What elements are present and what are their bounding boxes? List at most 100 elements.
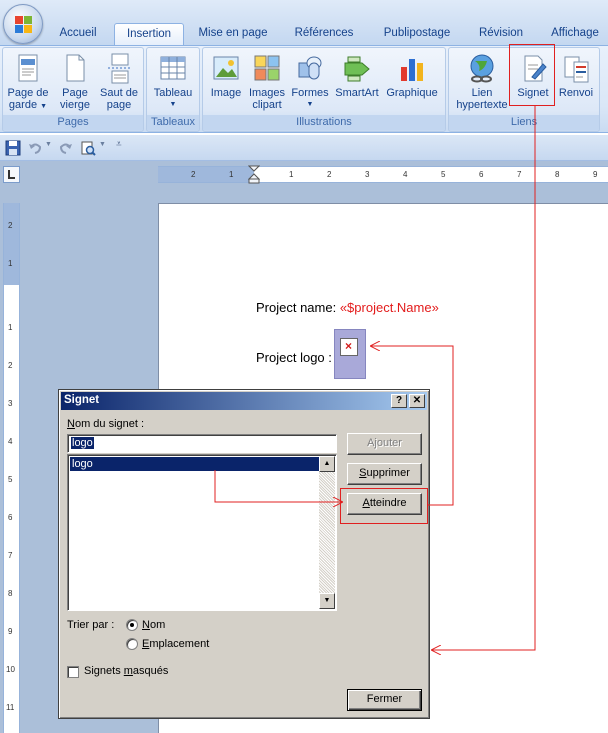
images-clipart-label-2: clipart [252, 99, 282, 111]
ruler-number: 7 [517, 170, 522, 179]
atteindre-highlight-box [340, 488, 428, 524]
print-preview-icon[interactable] [80, 140, 96, 156]
page-break-icon [108, 53, 132, 84]
page-de-garde-label-1: Page de [7, 87, 49, 99]
ruler-number: 2 [191, 170, 196, 179]
list-item[interactable]: logo [70, 457, 320, 471]
page-vierge-label-2: vierge [60, 99, 90, 111]
chevron-down-icon: ▼ [306, 101, 314, 108]
group-illustrations: Image Images clipart Formes ▼ SmartArt G… [202, 47, 446, 132]
quick-access-toolbar: ▼ ▼ ⩡ [0, 135, 608, 161]
graphique-button[interactable]: Graphique [383, 50, 441, 116]
ruler-number: 10 [6, 665, 15, 674]
renvoi-label: Renvoi [558, 87, 594, 99]
scroll-up-icon[interactable]: ▲ [319, 456, 335, 472]
cover-page-icon [18, 54, 38, 82]
tableau-button[interactable]: Tableau ▼ [150, 50, 196, 116]
formes-button[interactable]: Formes ▼ [290, 50, 330, 116]
project-logo-image[interactable]: × [334, 329, 366, 379]
tab-publipostage[interactable]: Publipostage [372, 23, 462, 46]
tab-mise-en-page[interactable]: Mise en page [190, 23, 276, 46]
cross-reference-icon [564, 56, 589, 83]
supprimer-button[interactable]: Supprimer [347, 463, 422, 485]
smartart-button[interactable]: SmartArt [333, 50, 381, 116]
chevron-down-icon: ▼ [40, 103, 48, 110]
bookmark-list[interactable]: logo ▲ ▼ [67, 454, 337, 611]
group-tableaux: Tableau ▼ Tableaux [146, 47, 200, 132]
tab-affichage[interactable]: Affichage [542, 23, 608, 46]
table-icon [160, 56, 186, 80]
vertical-ruler[interactable]: 2 1 1 2 3 4 5 6 7 8 9 10 11 [3, 203, 20, 733]
lien-label-2: hypertexte [456, 99, 508, 111]
renvoi-button[interactable]: Renvoi [555, 50, 597, 116]
ruler-number: 1 [289, 170, 294, 179]
clipart-icon [254, 55, 280, 81]
project-logo-label: Project logo : [256, 350, 332, 365]
dialog-title-bar[interactable]: Signet ? ✕ [61, 392, 427, 410]
tab-references[interactable]: Références [282, 23, 366, 46]
scroll-down-icon[interactable]: ▼ [319, 593, 335, 609]
project-name-merge-field[interactable]: «$project.Name» [340, 300, 439, 315]
group-pages: Page de garde ▼ Page vierge Saut de page… [2, 47, 144, 132]
ruler-number: 7 [8, 551, 13, 560]
sort-by-label: Trier par : [67, 619, 115, 631]
ruler-number: 3 [365, 170, 370, 179]
tab-selector-icon[interactable] [3, 166, 20, 183]
sort-emplacement-label: Emplacement [142, 638, 210, 650]
smartart-label: SmartArt [335, 87, 379, 99]
ruler-number: 2 [8, 361, 13, 370]
tab-revision[interactable]: Révision [468, 23, 534, 46]
help-button[interactable]: ? [391, 394, 407, 408]
fermer-button[interactable]: Fermer [347, 689, 422, 711]
project-name-line: Project name: «$project.Name» [256, 300, 439, 315]
tab-accueil[interactable]: Accueil [48, 23, 108, 46]
blank-page-icon [66, 54, 85, 82]
bookmark-name-value: logo [71, 437, 94, 449]
ruler-number: 5 [8, 475, 13, 484]
tableau-label: Tableau [153, 87, 193, 99]
indent-marker-icon[interactable] [248, 165, 260, 185]
page-de-garde-button[interactable]: Page de garde ▼ [5, 50, 51, 116]
bookmark-list-scrollbar[interactable]: ▲ ▼ [319, 456, 335, 609]
image-button[interactable]: Image [207, 50, 245, 116]
sort-nom-radio[interactable] [126, 619, 138, 631]
images-clipart-label-1: Images [248, 87, 286, 99]
group-label-pages: Pages [3, 115, 143, 130]
images-clipart-button[interactable]: Images clipart [247, 50, 287, 116]
save-icon[interactable] [5, 140, 21, 156]
ruler-number: 8 [8, 589, 13, 598]
page-vierge-button[interactable]: Page vierge [55, 50, 95, 116]
bookmark-name-input[interactable]: logo [67, 434, 337, 453]
saut-de-page-label-1: Saut de [100, 87, 138, 99]
ruler-number: 9 [593, 170, 598, 179]
chevron-down-icon[interactable]: ▼ [45, 141, 52, 148]
signet-dialog: Signet ? ✕ Nom du signet : logo logo ▲ ▼… [58, 389, 430, 719]
lien-hypertexte-button[interactable]: Lien hypertexte [453, 50, 511, 116]
redo-icon[interactable] [58, 140, 74, 156]
office-button[interactable] [3, 4, 43, 44]
saut-de-page-button[interactable]: Saut de page [97, 50, 141, 116]
ruler-number: 6 [8, 513, 13, 522]
hidden-bookmarks-checkbox[interactable] [67, 666, 79, 678]
sort-nom-label: Nom [142, 619, 166, 631]
signet-highlight-box [509, 44, 555, 106]
chevron-down-icon[interactable]: ▼ [99, 141, 106, 148]
undo-icon[interactable] [27, 140, 43, 156]
ruler-number: 1 [8, 259, 13, 268]
tab-insertion[interactable]: Insertion [114, 23, 184, 46]
horizontal-ruler[interactable]: 2 1 1 2 3 4 5 6 7 8 9 [158, 165, 608, 185]
hidden-bookmarks-label: Signets masqués [84, 665, 169, 677]
graphique-label: Graphique [386, 87, 438, 99]
close-button[interactable]: ✕ [409, 394, 425, 408]
customize-qat-icon[interactable]: ⩡ [116, 139, 122, 150]
ribbon-tab-strip: Accueil Insertion Mise en page Référence… [0, 0, 608, 46]
page-vierge-label-1: Page [62, 87, 88, 99]
ajouter-button[interactable]: Ajouter [347, 433, 422, 455]
broken-image-icon: × [340, 338, 358, 356]
sort-emplacement-radio[interactable] [126, 638, 138, 650]
formes-label: Formes [291, 87, 329, 99]
ruler-number: 5 [441, 170, 446, 179]
lien-label-1: Lien [471, 87, 493, 99]
chevron-down-icon: ▼ [169, 101, 177, 108]
hyperlink-globe-icon [470, 54, 494, 83]
